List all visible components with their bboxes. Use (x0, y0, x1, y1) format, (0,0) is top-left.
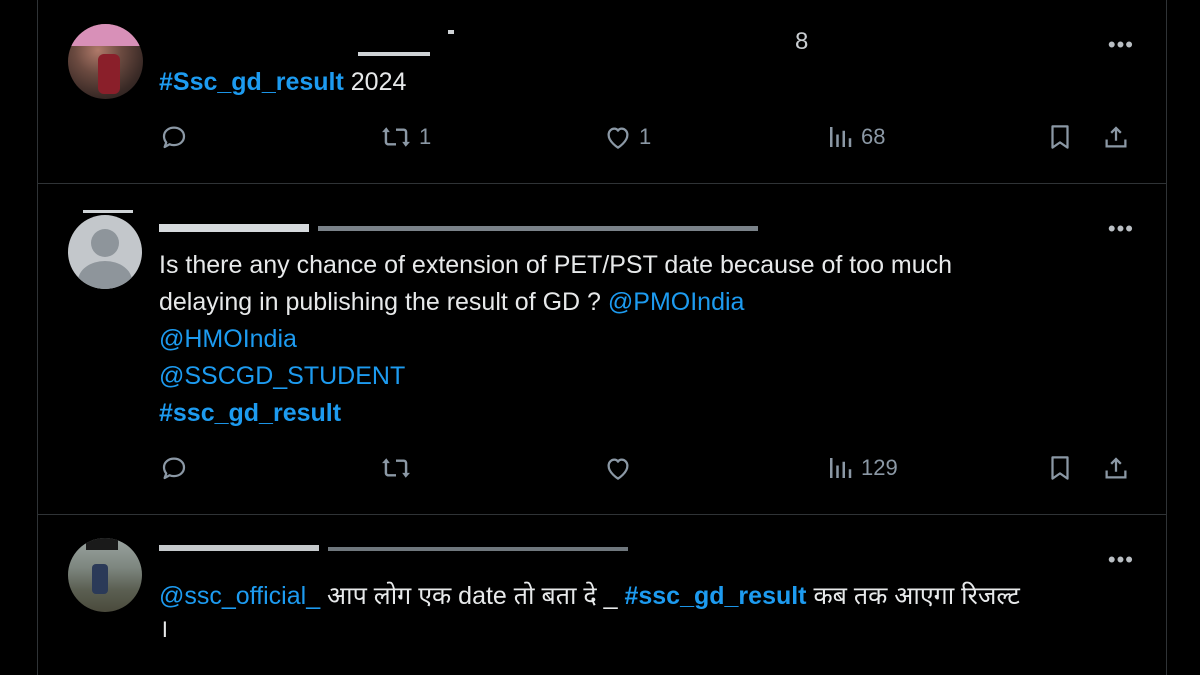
stray-character: 8 (795, 28, 809, 55)
more-options-button[interactable]: ••• (1108, 218, 1134, 240)
reply-icon (162, 126, 186, 149)
bookmark-button[interactable] (1045, 453, 1075, 483)
mention-link-pmoindia[interactable]: @PMOIndia (608, 288, 745, 316)
mention-link-ssc-official[interactable]: @ssc_official_ (159, 582, 320, 610)
action-bar: 1 1 68 (159, 122, 1136, 162)
post-text: #Ssc_gd_result 2024 (159, 64, 406, 101)
repost-button[interactable]: 1 (379, 122, 431, 152)
post-text-line-2-body: delaying in publishing the result of GD … (159, 288, 608, 316)
views-count: 129 (861, 455, 898, 480)
like-button[interactable] (603, 453, 639, 483)
redacted-mark (448, 30, 454, 34)
views-icon (830, 458, 852, 478)
bookmark-button[interactable] (1045, 122, 1075, 152)
more-options-button[interactable]: ••• (1108, 34, 1134, 56)
hashtag-link[interactable]: #ssc_gd_result (159, 399, 341, 427)
repost-button[interactable] (379, 453, 419, 483)
avatar[interactable] (68, 215, 142, 289)
redacted-header (159, 545, 319, 551)
post-text: @ssc_official_ आप लोग एक date तो बता दे … (159, 578, 1149, 648)
like-count: 1 (639, 124, 652, 149)
hashtag-link[interactable]: #ssc_gd_result (624, 582, 806, 610)
reply-icon (162, 457, 186, 480)
post-text-line-1: @ssc_official_ आप लोग एक date तो बता दे … (159, 578, 1149, 615)
redacted-handle (328, 547, 628, 551)
share-icon (1105, 457, 1127, 479)
redacted-username (358, 52, 430, 56)
avatar[interactable] (68, 24, 143, 99)
views-button[interactable]: 129 (825, 453, 898, 483)
avatar[interactable] (68, 538, 142, 612)
share-button[interactable] (1101, 453, 1131, 483)
views-count: 68 (861, 124, 886, 149)
post-3[interactable]: ••• @ssc_official_ आप लोग एक date तो बता… (38, 515, 1166, 675)
timeline-column: 8 ••• #Ssc_gd_result 2024 1 1 68 ••• Is … (37, 0, 1167, 675)
post-1[interactable]: 8 ••• #Ssc_gd_result 2024 1 1 68 (38, 0, 1166, 184)
views-icon (830, 127, 852, 147)
mention-link-hmoindia[interactable]: @HMOIndia (159, 325, 297, 353)
reply-button[interactable] (159, 453, 195, 483)
post-text-line-2: delaying in publishing the result of GD … (159, 284, 1119, 321)
repost-icon (382, 458, 410, 478)
more-options-button[interactable]: ••• (1108, 549, 1134, 571)
like-icon (607, 458, 629, 480)
repost-count: 1 (419, 124, 432, 149)
bookmark-icon (1051, 125, 1069, 149)
action-bar: 129 (159, 453, 1136, 493)
hashtag-link[interactable]: #Ssc_gd_result (159, 68, 344, 96)
redacted-username (83, 210, 133, 213)
post-text-line-2: । (159, 615, 169, 643)
share-button[interactable] (1101, 122, 1131, 152)
share-icon (1105, 126, 1127, 148)
post-text-suffix: 2024 (343, 68, 407, 96)
redacted-header (159, 224, 309, 232)
bookmark-icon (1051, 456, 1069, 480)
post-2[interactable]: ••• Is there any chance of extension of … (38, 184, 1166, 515)
views-button[interactable]: 68 (825, 122, 885, 152)
post-text-line-1: Is there any chance of extension of PET/… (159, 251, 953, 279)
post-text: Is there any chance of extension of PET/… (159, 247, 1119, 432)
like-button[interactable]: 1 (603, 122, 651, 152)
like-icon (607, 127, 629, 149)
post-text-end: कब तक आएगा रिजल्ट (806, 582, 1020, 610)
redacted-handle (318, 226, 758, 231)
reply-button[interactable] (159, 122, 195, 152)
repost-icon (382, 127, 410, 147)
post-text-mid: आप लोग एक date तो बता दे _ (320, 582, 625, 610)
mention-link-sscgd-student[interactable]: @SSCGD_STUDENT (159, 362, 405, 390)
